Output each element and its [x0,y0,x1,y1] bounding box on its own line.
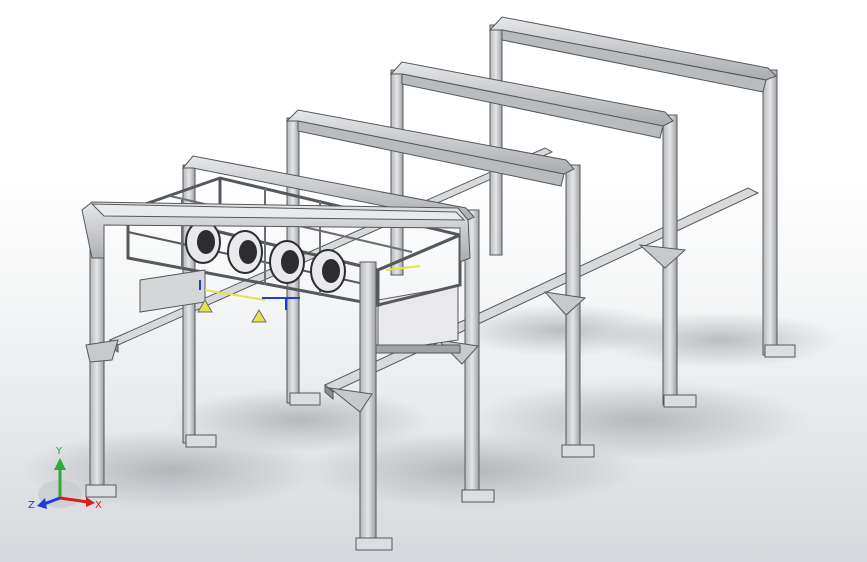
y-axis-arrow-icon [54,458,66,470]
gantry-frame-model[interactable] [0,0,867,562]
axis-triad[interactable]: Y X Z [28,442,108,522]
x-axis-arrow-icon [86,497,95,507]
fan-unit-1 [185,220,221,264]
x-axis-label: X [95,500,102,511]
z-axis-label: Z [28,500,35,511]
graphics-viewport[interactable]: Y X Z [0,0,867,562]
fan-unit-2 [227,230,263,274]
fan-unit-3 [269,240,305,284]
y-axis-label: Y [55,446,63,457]
fan-unit-4 [310,249,346,293]
